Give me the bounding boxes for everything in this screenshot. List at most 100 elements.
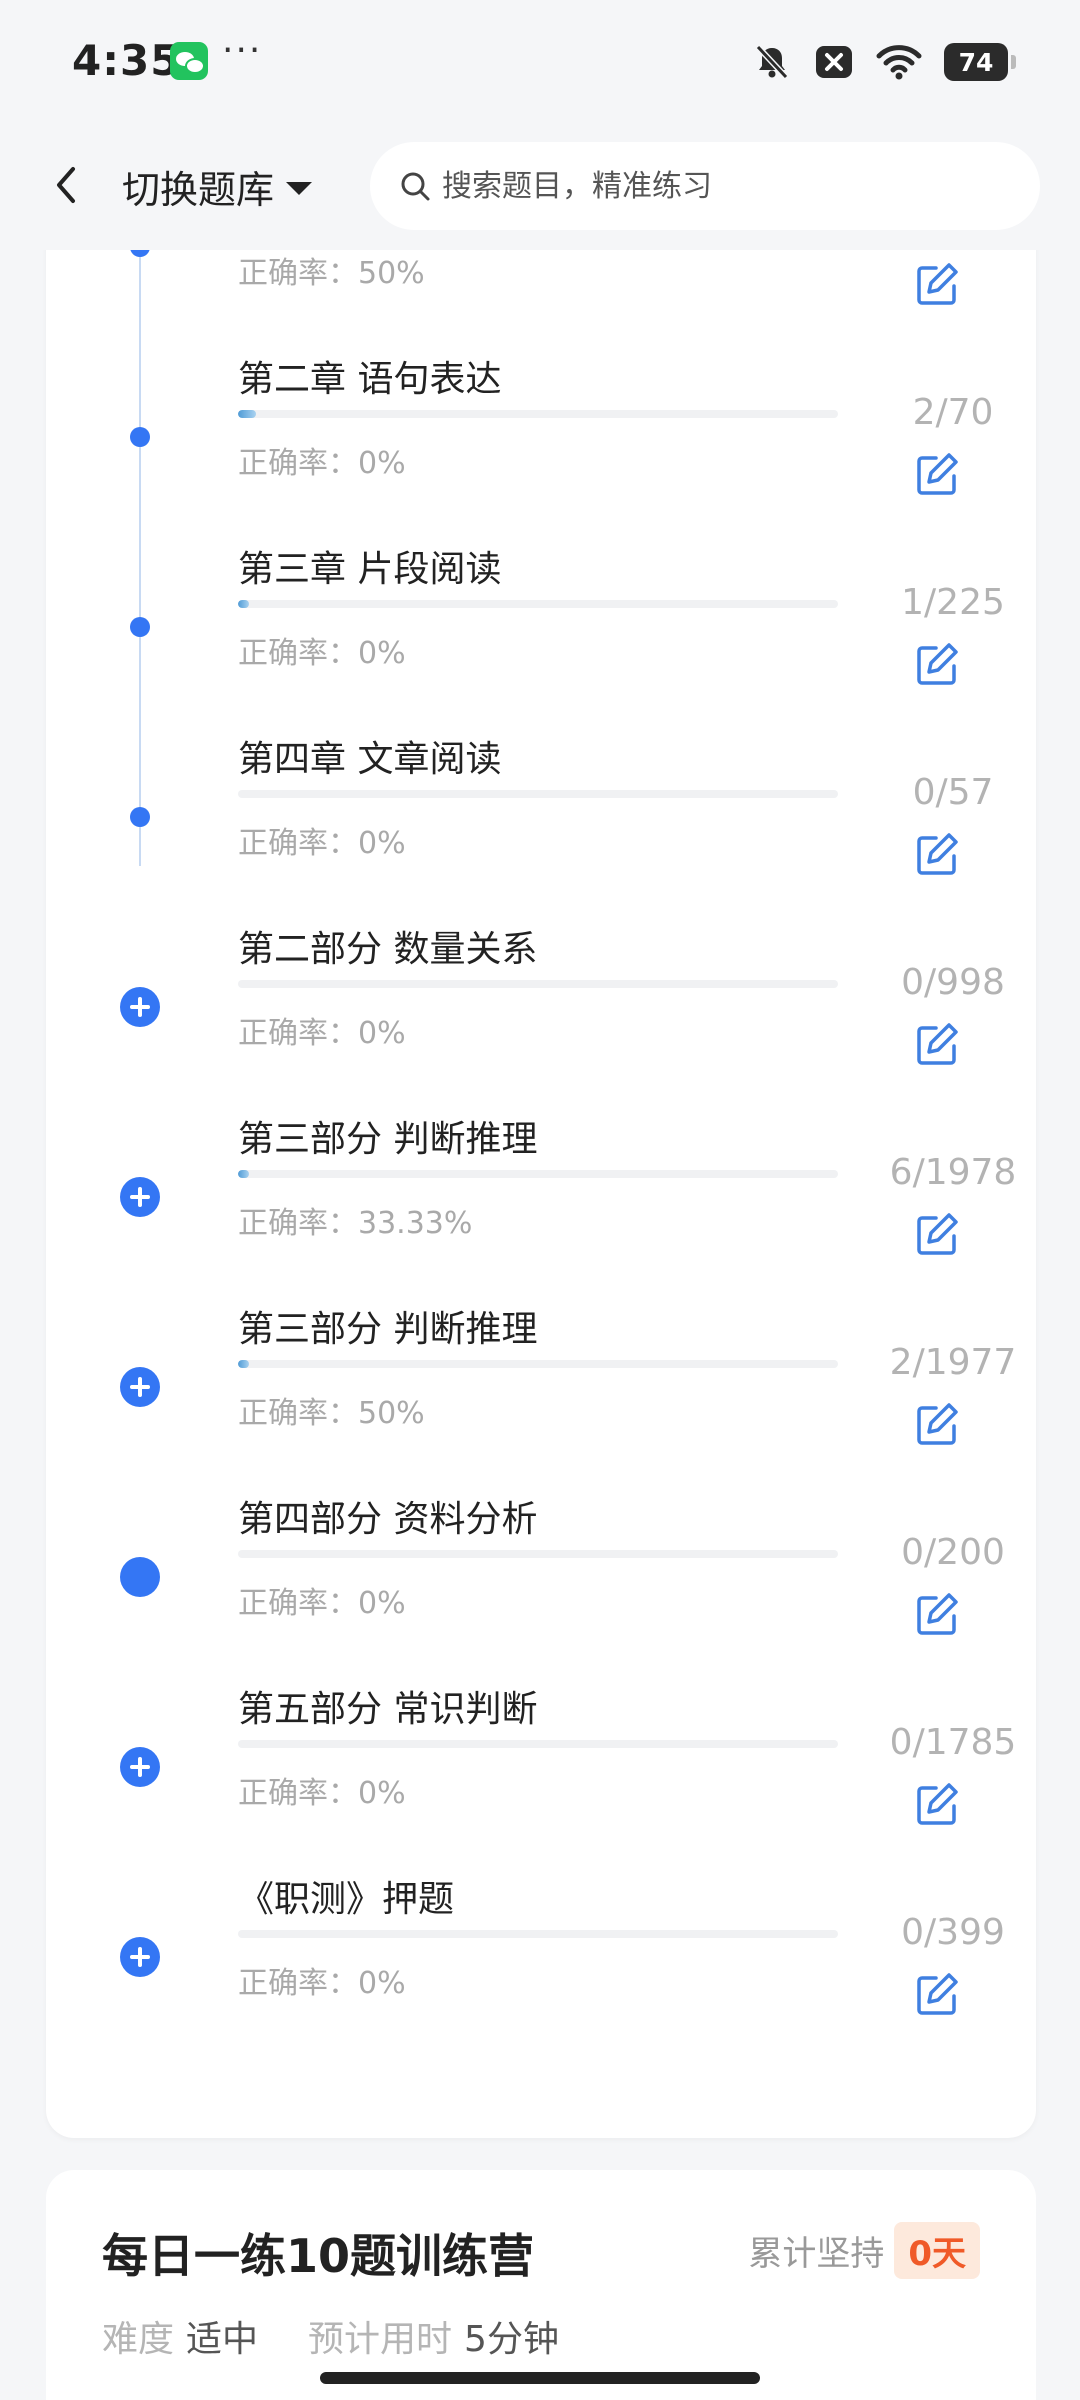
accuracy-value: 0% [358,1776,406,1811]
progress-bar [238,600,838,608]
question-count: 6/1978 [889,1152,1017,1193]
edit-practice-icon[interactable] [912,1780,962,1830]
more-notifications-icon: ··· [222,30,263,71]
estimated-time-info: 预计用时 5分钟 [308,2310,559,2362]
edit-practice-icon[interactable] [912,260,962,310]
chapter-title: 第二部分 数量关系 [238,929,538,970]
expand-plus-icon[interactable] [120,1367,160,1407]
timeline-dot [130,427,150,447]
chevron-left-icon [57,167,75,203]
caret-down-icon [286,181,313,195]
progress-bar [238,980,838,988]
back-button[interactable] [36,155,96,215]
accuracy-text: 正确率：50% [238,1388,425,1432]
bell-muted-icon [755,44,789,80]
progress-bar [238,790,838,798]
training-camp-title: 每日一练10题训练营 [102,2229,535,2283]
accuracy-value: 0% [358,1966,406,2001]
question-count: 0/57 [912,772,994,813]
streak-info: 累计坚持 0天 [748,2222,980,2279]
chapter-row[interactable]: 第五部分 常识判断 正确率：0% 0/1785 [46,1640,1036,1830]
expand-plus-icon[interactable] [120,1177,160,1217]
question-count: 0/998 [901,962,1005,1003]
edit-practice-icon[interactable] [912,450,962,500]
chapter-title: 第三部分 判断推理 [238,1119,538,1160]
question-count: 0/1785 [889,1722,1017,1763]
chapter-title: 第四章 文章阅读 [238,739,502,780]
chapter-row[interactable]: 第二部分 数量关系 正确率：0% 0/998 [46,880,1036,1070]
progress-bar [238,1170,838,1178]
chapter-row[interactable]: 第三章 片段阅读 正确率：0% 1/225 [46,500,1036,690]
accuracy-label: 正确率： [238,446,358,481]
question-count: 0/200 [901,1532,1005,1573]
wechat-notification-icon [170,42,208,80]
status-icons: 74 [752,40,1016,84]
chapter-row[interactable]: 第三部分 判断推理 正确率：50% 2/1977 [46,1260,1036,1450]
expand-plus-icon[interactable] [120,1747,160,1787]
estimated-time-value: 5分钟 [464,2319,559,2360]
edit-practice-icon[interactable] [912,830,962,880]
home-indicator[interactable] [320,2372,760,2384]
switch-question-bank-button[interactable]: 切换题库 [122,158,313,214]
chapter-title: 第三章 片段阅读 [238,549,502,590]
question-count: 1/225 [901,582,1005,623]
search-bar[interactable] [370,142,1040,230]
chapter-list-card: 第一章 选词填空正确率：50%10/192第二章 语句表达正确率：0%2/70第… [46,160,1036,2138]
question-count: 2/70 [912,392,994,433]
progress-bar [238,1930,838,1938]
accuracy-text: 正确率：0% [238,1008,406,1052]
chapter-row[interactable]: 第四章 文章阅读 正确率：0% 0/57 [46,690,1036,880]
accuracy-value: 0% [358,1016,406,1051]
accuracy-label: 正确率： [238,256,358,291]
progress-bar [238,410,838,418]
edit-practice-icon[interactable] [912,1400,962,1450]
chapter-row[interactable]: 第二章 语句表达正确率：0% 2/70 [46,310,1036,500]
accuracy-value: 0% [358,1586,406,1621]
accuracy-value: 0% [358,446,406,481]
difficulty-label: 难度 [102,2319,175,2360]
edit-practice-icon[interactable] [912,1210,962,1260]
chapter-title: 第五部分 常识判断 [238,1689,538,1730]
question-count: 0/399 [901,1912,1005,1953]
progress-fill [238,410,256,418]
chapter-row[interactable]: 第四部分 资料分析 正确率：0% 0/200 [46,1450,1036,1640]
question-count: 2/1977 [889,1342,1017,1383]
timeline-dot [130,807,150,827]
chapter-title: 《职测》押题 [238,1879,455,1920]
accuracy-text: 正确率：0% [238,628,406,672]
search-input[interactable] [442,168,1002,204]
expand-plus-icon[interactable] [120,1937,160,1977]
timeline-dot [130,617,150,637]
training-meta: 难度 适中 预计用时 5分钟 [102,2310,559,2362]
expand-plus-icon[interactable] [120,987,160,1027]
accuracy-label: 正确率： [238,1016,358,1051]
chapter-row[interactable]: 第三部分 判断推理 正确率：33.33% 6/1978 [46,1070,1036,1260]
training-camp-card[interactable]: 每日一练10题训练营 累计坚持 0天 难度 适中 预计用时 5分钟 [46,2170,1036,2400]
progress-fill [238,600,249,608]
streak-badge: 0天 [894,2222,980,2279]
wifi-icon [876,45,922,80]
chapter-title: 第二章 语句表达 [238,359,502,400]
streak-label: 累计坚持 [748,2234,885,2274]
difficulty-info: 难度 适中 [102,2310,258,2362]
edit-practice-icon[interactable] [912,1020,962,1070]
chapter-title: 第三部分 判断推理 [238,1309,538,1350]
accuracy-label: 正确率： [238,1396,358,1431]
switch-question-bank-label: 切换题库 [122,167,275,212]
accuracy-value: 0% [358,826,406,861]
accuracy-value: 33.33% [358,1206,473,1241]
estimated-time-label: 预计用时 [308,2319,453,2360]
edit-practice-icon[interactable] [912,1970,962,2020]
accuracy-text: 正确率：0% [238,1768,406,1812]
accuracy-value: 50% [358,256,425,291]
chapter-row[interactable]: 《职测》押题 正确率：0% 0/399 [46,1830,1036,2020]
chapter-title: 第四部分 资料分析 [238,1499,538,1540]
edit-practice-icon[interactable] [912,640,962,690]
progress-bar [238,1550,838,1558]
accuracy-value: 50% [358,1396,425,1431]
accuracy-text: 正确率：0% [238,1578,406,1622]
edit-practice-icon[interactable] [912,1590,962,1640]
accuracy-value: 0% [358,636,406,671]
difficulty-value: 适中 [186,2319,259,2360]
accuracy-text: 正确率：0% [238,818,406,862]
